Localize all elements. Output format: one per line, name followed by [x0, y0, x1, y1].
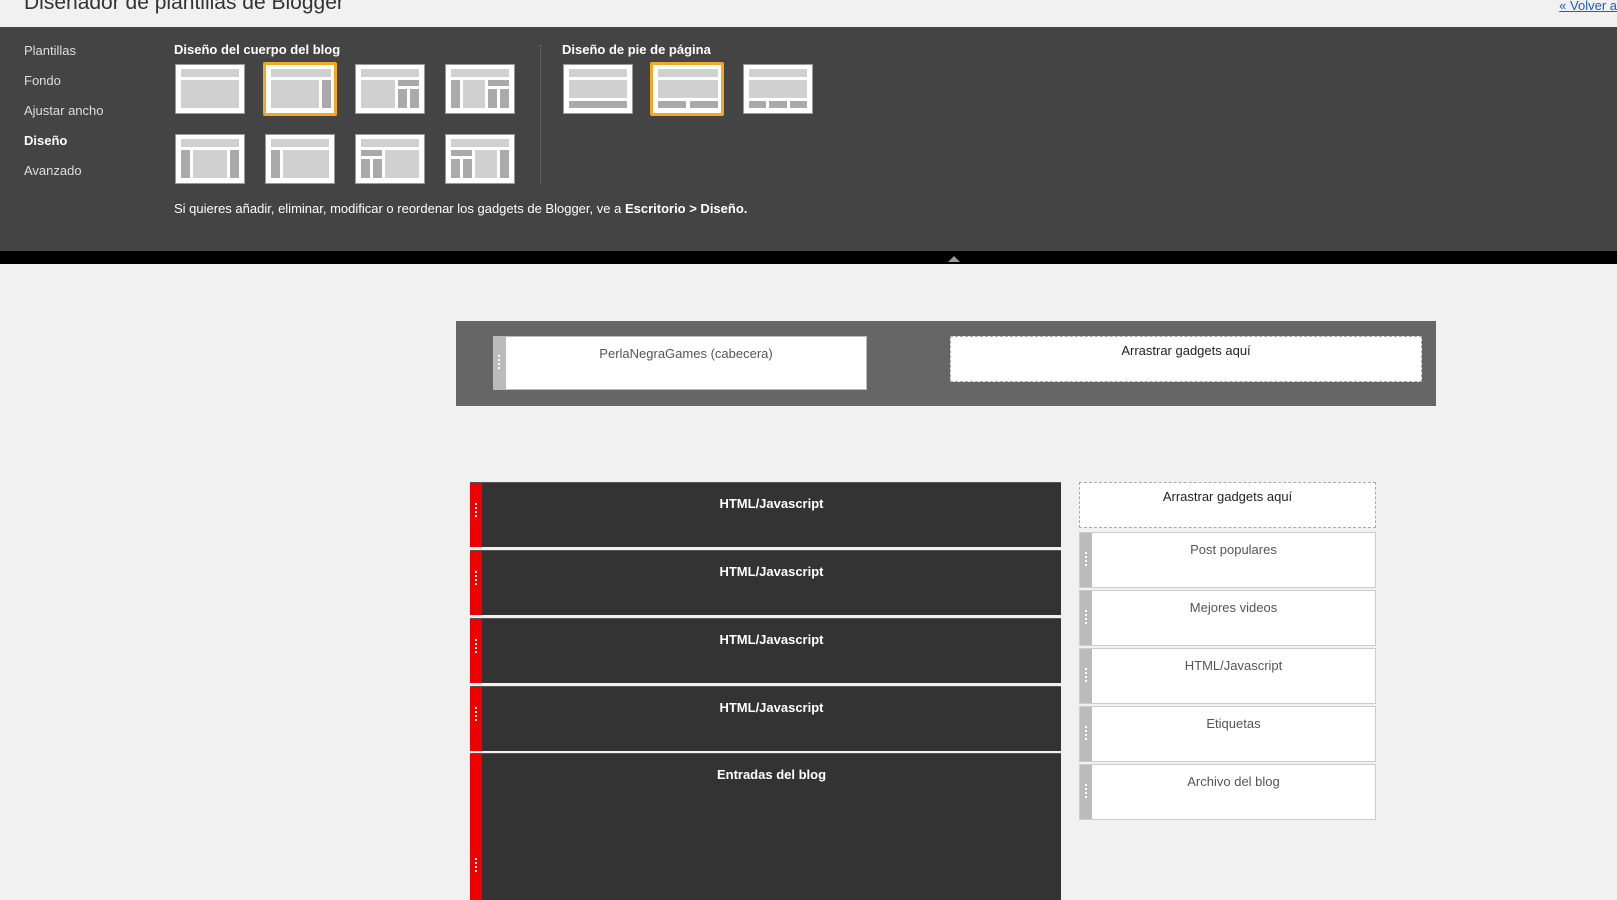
- sidebar-gadget-label: HTML/Javascript: [1184, 658, 1283, 673]
- drag-handle[interactable]: [470, 483, 482, 547]
- nav-item-diseno[interactable]: Diseño: [24, 133, 104, 163]
- body-layout-option-7[interactable]: [355, 134, 425, 184]
- back-link[interactable]: « Volver a: [1559, 0, 1617, 13]
- drag-handle-icon: [1085, 668, 1087, 684]
- body-layout-option-3[interactable]: [355, 64, 425, 114]
- sidebar-gadget-label: Mejores videos: [1189, 600, 1278, 615]
- drag-handle-icon: [1085, 610, 1087, 626]
- body-layout-option-8[interactable]: [445, 134, 515, 184]
- drag-handle[interactable]: [470, 551, 482, 615]
- drag-handle[interactable]: [470, 619, 482, 683]
- layout-note-text: Si quieres añadir, eliminar, modificar o…: [174, 201, 625, 216]
- body-layout-option-4[interactable]: [445, 64, 515, 114]
- nav-item-plantillas[interactable]: Plantillas: [24, 43, 104, 73]
- main-gadget-label: HTML/Javascript: [719, 700, 824, 715]
- drag-handle-icon: [1085, 552, 1087, 568]
- main-gadget-label: HTML/Javascript: [719, 632, 824, 647]
- main-gadget-blog-posts[interactable]: Entradas del blog: [470, 753, 1061, 900]
- main-gadget-label: Entradas del blog: [716, 767, 827, 782]
- top-bar: Diseñador de plantillas de Blogger « Vol…: [0, 0, 1617, 27]
- sidebar-gadget-mejores-videos[interactable]: Mejores videos: [1079, 590, 1376, 646]
- nav-item-avanzado[interactable]: Avanzado: [24, 163, 104, 193]
- header-drop-zone[interactable]: Arrastrar gadgets aquí: [950, 336, 1422, 382]
- layout-divider: [540, 45, 541, 183]
- main-gadget-html-3[interactable]: HTML/Javascript: [470, 618, 1061, 683]
- footer-layout-option-2-selected[interactable]: [650, 62, 724, 116]
- drag-handle[interactable]: [1080, 707, 1092, 761]
- layout-note: Si quieres añadir, eliminar, modificar o…: [174, 201, 747, 216]
- drag-handle[interactable]: [1080, 533, 1092, 587]
- header-gadget-label: PerlaNegraGames (cabecera): [599, 346, 773, 361]
- drag-handle-icon: [1085, 726, 1087, 742]
- main-gadget-html-1[interactable]: HTML/Javascript: [470, 482, 1061, 547]
- footer-layout-option-3[interactable]: [743, 64, 813, 114]
- sidebar-gadget-post-populares[interactable]: Post populares: [1079, 532, 1376, 588]
- side-nav: Plantillas Fondo Ajustar ancho Diseño Av…: [24, 43, 104, 193]
- drag-handle[interactable]: [470, 754, 482, 900]
- body-layout-option-6[interactable]: [265, 134, 335, 184]
- header-gadget[interactable]: PerlaNegraGames (cabecera): [493, 336, 867, 390]
- sidebar-drop-zone[interactable]: Arrastrar gadgets aquí: [1079, 482, 1376, 528]
- main-gadget-label: HTML/Javascript: [719, 496, 824, 511]
- drag-handle[interactable]: [494, 337, 506, 389]
- body-layout-option-5[interactable]: [175, 134, 245, 184]
- main-gadget-html-2[interactable]: HTML/Javascript: [470, 550, 1061, 615]
- page-title: Diseñador de plantillas de Blogger: [24, 0, 344, 14]
- collapse-caret-icon[interactable]: [948, 256, 960, 262]
- drag-handle-icon: [475, 571, 477, 587]
- sidebar-gadget-label: Etiquetas: [1206, 716, 1261, 731]
- body-layout-title: Diseño del cuerpo del blog: [174, 42, 341, 57]
- drag-handle[interactable]: [470, 687, 482, 751]
- drag-handle-icon: [475, 858, 477, 874]
- drag-handle-icon: [475, 503, 477, 519]
- panel-collapse-bar[interactable]: [0, 251, 1617, 264]
- sidebar-gadget-html[interactable]: HTML/Javascript: [1079, 648, 1376, 704]
- sidebar-gadget-label: Archivo del blog: [1187, 774, 1280, 789]
- drag-handle-icon: [475, 639, 477, 655]
- nav-item-ajustar-ancho[interactable]: Ajustar ancho: [24, 103, 104, 133]
- sidebar-gadget-etiquetas[interactable]: Etiquetas: [1079, 706, 1376, 762]
- drag-handle-icon: [498, 355, 500, 371]
- header-drop-zone-label: Arrastrar gadgets aquí: [1121, 343, 1251, 358]
- nav-item-fondo[interactable]: Fondo: [24, 73, 104, 103]
- layout-note-link: Escritorio > Diseño.: [624, 201, 748, 216]
- footer-layout-option-1[interactable]: [563, 64, 633, 114]
- body-layout-option-1[interactable]: [175, 64, 245, 114]
- main-gadget-label: HTML/Javascript: [719, 564, 824, 579]
- drag-handle[interactable]: [1080, 765, 1092, 819]
- body-layout-option-2-selected[interactable]: [263, 62, 337, 116]
- drag-handle-icon: [475, 707, 477, 723]
- footer-layout-title: Diseño de pie de página: [562, 42, 711, 57]
- main-gadget-html-4[interactable]: HTML/Javascript: [470, 686, 1061, 751]
- sidebar-gadget-archivo[interactable]: Archivo del blog: [1079, 764, 1376, 820]
- drag-handle[interactable]: [1080, 649, 1092, 703]
- sidebar-drop-zone-label: Arrastrar gadgets aquí: [1162, 489, 1293, 504]
- drag-handle[interactable]: [1080, 591, 1092, 645]
- sidebar-gadget-label: Post populares: [1190, 542, 1277, 557]
- drag-handle-icon: [1085, 784, 1087, 800]
